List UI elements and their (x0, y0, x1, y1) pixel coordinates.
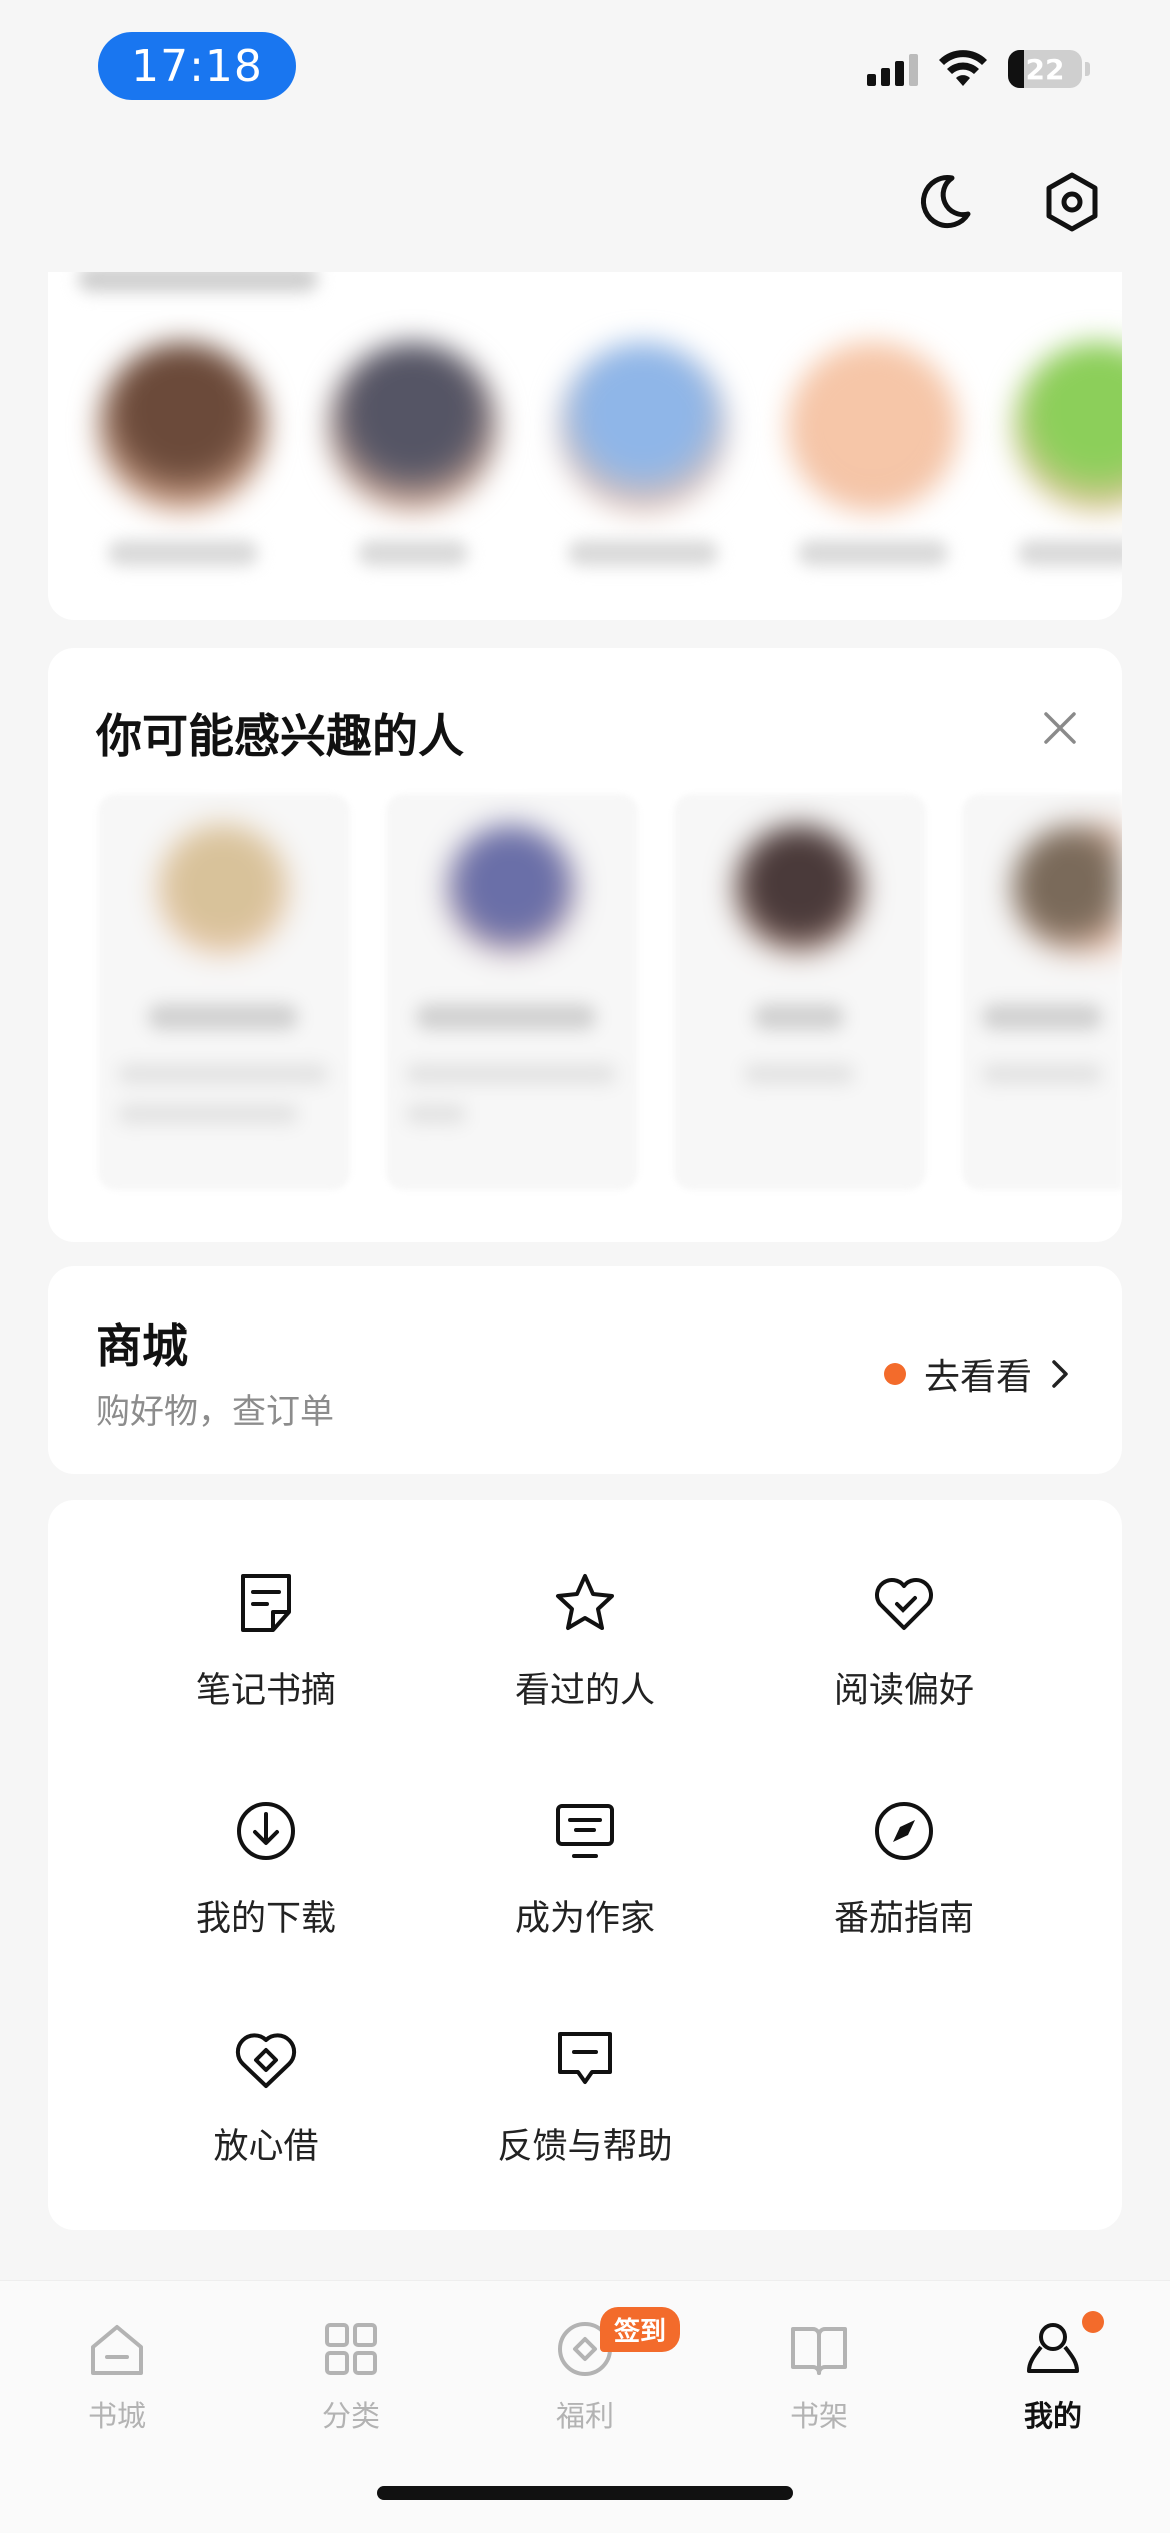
blurred-name (358, 540, 468, 566)
feedback-icon (558, 2032, 612, 2084)
menu-item-label: 成为作家 (514, 1899, 655, 1939)
blurred-text (982, 1064, 1102, 1084)
blurred-avatar (734, 824, 864, 954)
mall-subtitle: 购好物，查订单 (96, 1392, 334, 1432)
menu-item-notes[interactable]: 笔记书摘 (116, 1570, 416, 1750)
status-bar: 17:18 22 (0, 0, 1170, 130)
blurred-name (148, 1004, 298, 1030)
blurred-name (108, 540, 258, 566)
suggest-tile[interactable] (98, 794, 350, 1190)
heart-icon (875, 1578, 933, 1630)
menu-item-tomato-guide[interactable]: 番茄指南 (754, 1798, 1054, 1978)
mall-title: 商城 (96, 1319, 188, 1373)
blurred-text (118, 1104, 298, 1124)
wifi-icon (939, 50, 987, 86)
tab-label: 福利 (555, 2399, 614, 2433)
blurred-name (568, 540, 718, 566)
battery-icon: 22 (1008, 50, 1082, 88)
menu-item-safe-loan[interactable]: 放心借 (116, 2026, 416, 2206)
blurred-name (754, 1004, 844, 1030)
notification-dot (883, 1363, 906, 1385)
tab-label: 我的 (1023, 2399, 1082, 2433)
blurred-text (744, 1064, 854, 1084)
home-indicator[interactable] (377, 2486, 793, 2500)
blurred-avatar[interactable] (328, 342, 498, 512)
blurred-avatar[interactable] (788, 342, 958, 512)
loan-icon (235, 2033, 297, 2088)
signal-icon (867, 52, 918, 86)
top-actions (0, 170, 1170, 270)
download-icon (237, 1802, 295, 1860)
tab-mine[interactable]: 我的 (936, 2299, 1170, 2469)
blurred-name (798, 540, 948, 566)
blurred-avatar[interactable] (1013, 342, 1122, 512)
blurred-name (1018, 540, 1122, 566)
blurred-name (416, 1004, 596, 1030)
mall-card[interactable]: 商城 购好物，查订单 去看看 (48, 1266, 1122, 1474)
blurred-avatar[interactable] (558, 342, 728, 512)
menu-item-reading-preference[interactable]: 阅读偏好 (754, 1570, 1054, 1750)
battery-tip (1085, 62, 1090, 76)
blurred-text (118, 1064, 328, 1084)
menu-item-label: 放心借 (213, 2127, 319, 2167)
menu-item-label: 看过的人 (514, 1671, 655, 1711)
blurred-name (982, 1004, 1102, 1030)
tab-bookshelf[interactable]: 书架 (702, 2299, 936, 2469)
blurred-avatar[interactable] (98, 342, 268, 512)
note-icon (241, 1574, 291, 1632)
tab-category[interactable]: 分类 (234, 2299, 468, 2469)
book-icon (791, 2327, 847, 2375)
menu-grid-card: 笔记书摘 看过的人 阅读偏好 我的下载 成为作家 番茄指南 放心借 反馈与帮助 (48, 1500, 1122, 2230)
suggest-tile[interactable] (962, 794, 1122, 1190)
tab-label: 书城 (87, 2399, 146, 2433)
home-icon (91, 2325, 143, 2375)
mall-go-label: 去看看 (923, 1357, 1032, 1398)
settings-icon[interactable] (1040, 170, 1104, 234)
tab-label: 书架 (789, 2399, 848, 2433)
status-time: 17:18 (98, 32, 296, 100)
tab-label: 分类 (321, 2399, 380, 2433)
blurred-section-title (78, 272, 318, 292)
star-icon (556, 1574, 614, 1630)
menu-item-label: 番茄指南 (833, 1899, 974, 1939)
menu-item-label: 阅读偏好 (833, 1671, 974, 1711)
checkin-badge: 签到 (600, 2307, 681, 2352)
blurred-avatar (1012, 824, 1122, 954)
menu-item-label: 反馈与帮助 (497, 2127, 673, 2167)
grid-icon (325, 2323, 377, 2375)
mall-go-button[interactable]: 去看看 (883, 1348, 1070, 1400)
suggest-card: 你可能感兴趣的人 (48, 648, 1122, 1242)
blurred-text (406, 1064, 616, 1084)
menu-item-label: 笔记书摘 (195, 1671, 336, 1711)
moon-icon[interactable] (912, 170, 976, 234)
menu-item-label: 我的下载 (195, 1899, 336, 1939)
profile-icon (1027, 2323, 1079, 2373)
blurred-text (406, 1104, 466, 1124)
suggest-tile[interactable] (674, 794, 926, 1190)
close-icon[interactable] (1038, 706, 1082, 750)
blurred-avatar (446, 824, 576, 954)
suggest-tile[interactable] (386, 794, 638, 1190)
notification-dot (1082, 2311, 1104, 2333)
menu-item-become-author[interactable]: 成为作家 (435, 1798, 735, 1978)
monitor-icon (556, 1804, 614, 1858)
menu-item-feedback[interactable]: 反馈与帮助 (435, 2026, 735, 2206)
menu-item-downloads[interactable]: 我的下载 (116, 1798, 416, 1978)
suggest-title: 你可能感兴趣的人 (96, 709, 464, 763)
tab-welfare[interactable]: 福利 签到 (468, 2299, 702, 2469)
menu-item-viewed-people[interactable]: 看过的人 (435, 1570, 735, 1750)
chevron-right-icon (1052, 1360, 1068, 1388)
tab-bookstore[interactable]: 书城 (0, 2299, 234, 2469)
blurred-avatar (158, 824, 288, 954)
battery-level: 22 (1025, 52, 1065, 86)
compass-icon (875, 1802, 933, 1860)
following-card (48, 272, 1122, 620)
status-icons: 22 (867, 50, 1090, 88)
